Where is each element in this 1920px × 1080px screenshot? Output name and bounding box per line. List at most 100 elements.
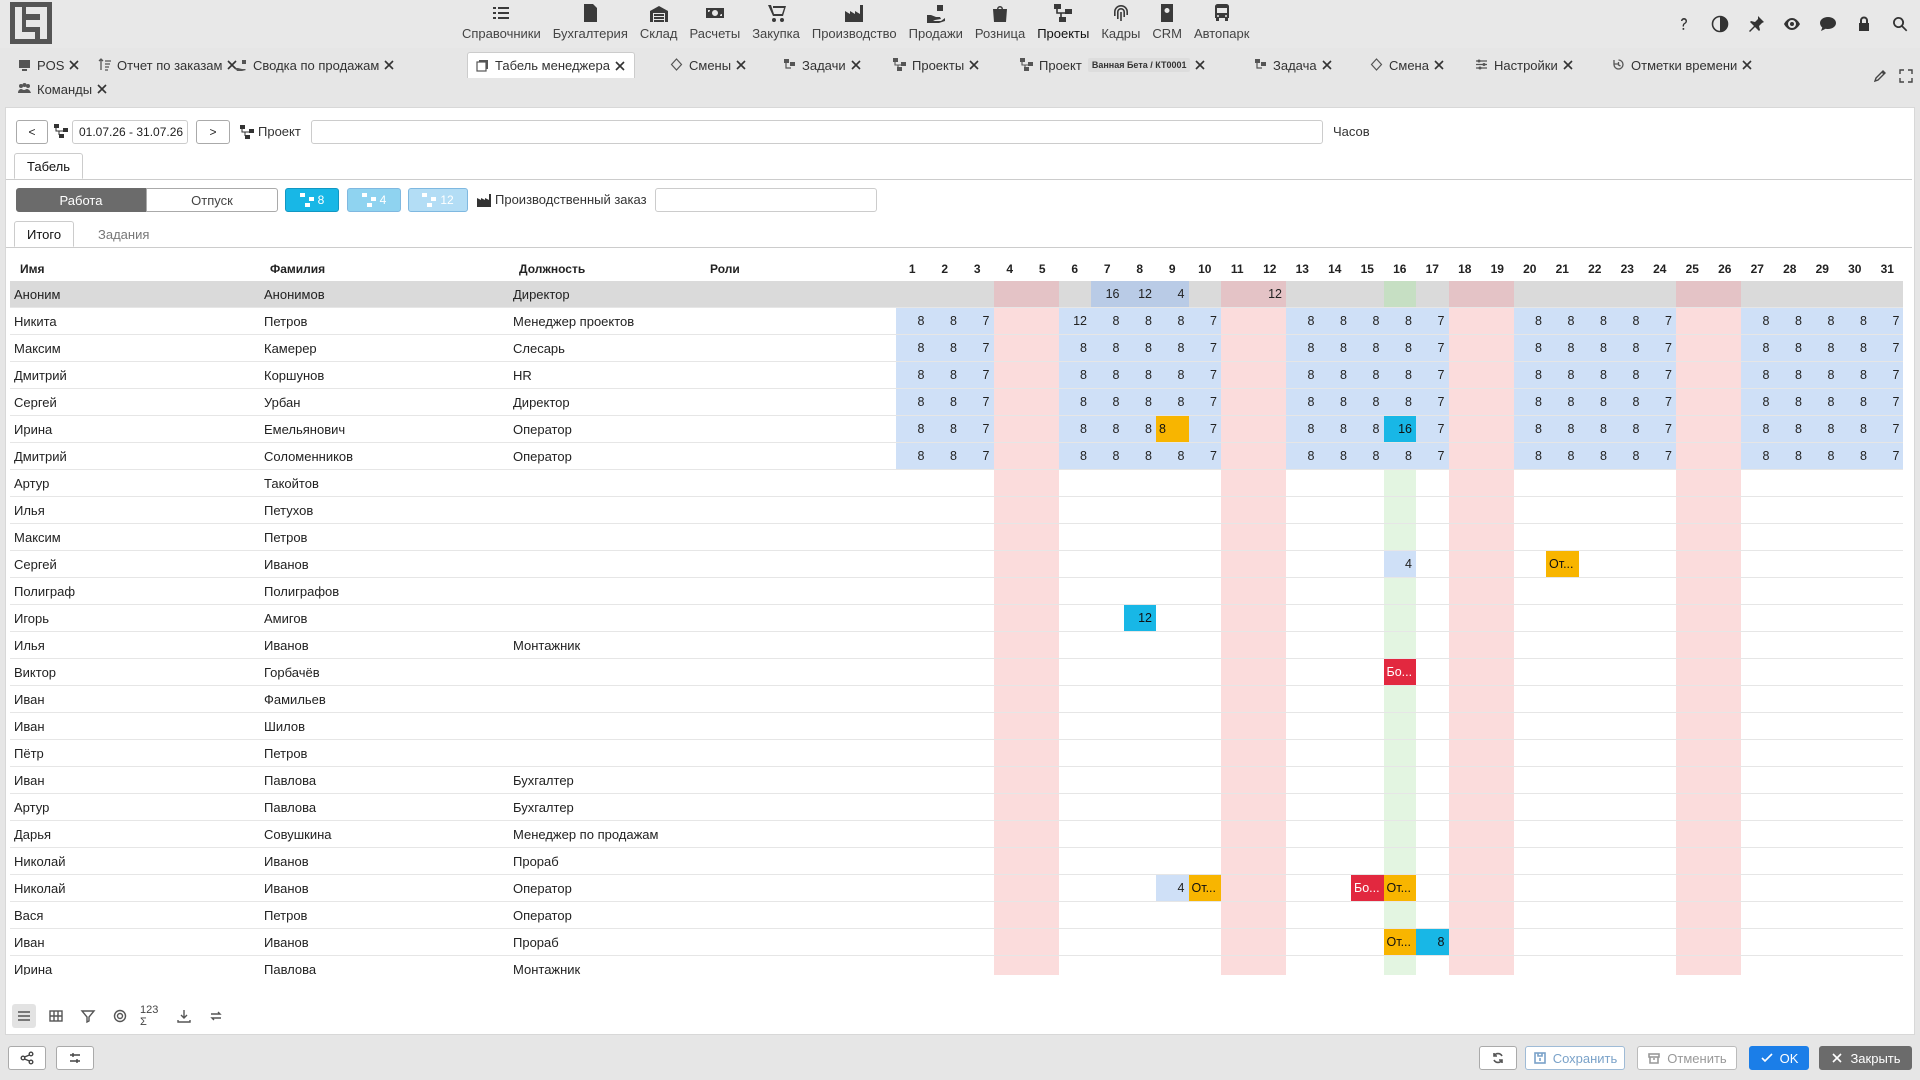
day-cell[interactable] (1546, 281, 1579, 307)
day-cell[interactable] (1253, 713, 1286, 739)
day-cell[interactable]: От... (1546, 551, 1579, 577)
day-cell[interactable] (993, 497, 1026, 523)
day-cell[interactable] (1774, 281, 1807, 307)
day-cell[interactable] (1189, 821, 1222, 847)
day-cell[interactable] (1741, 659, 1774, 685)
day-cell[interactable] (1741, 929, 1774, 955)
day-cell[interactable] (1839, 497, 1872, 523)
day-cell[interactable] (1156, 524, 1189, 550)
day-cell[interactable] (1839, 794, 1872, 820)
day-cell[interactable] (1026, 605, 1059, 631)
day-cell[interactable] (961, 794, 994, 820)
day-cell[interactable] (1448, 308, 1481, 334)
day-cell[interactable] (896, 821, 929, 847)
day-cell[interactable] (1286, 281, 1319, 307)
day-cell[interactable] (1221, 875, 1254, 901)
day-header[interactable]: 9 (1156, 257, 1189, 281)
day-cell[interactable] (1708, 632, 1741, 658)
day-header[interactable]: 29 (1806, 257, 1839, 281)
day-cell[interactable] (929, 497, 962, 523)
day-cell[interactable]: 8 (1546, 389, 1579, 415)
day-cell[interactable] (1059, 686, 1092, 712)
day-cell[interactable]: 8 (1318, 362, 1351, 388)
day-cell[interactable] (1124, 632, 1157, 658)
day-cell[interactable]: 8 (1806, 389, 1839, 415)
day-cell[interactable] (1189, 848, 1222, 874)
day-cell[interactable] (896, 605, 929, 631)
day-cell[interactable] (1871, 686, 1903, 712)
day-cell[interactable]: 8 (896, 362, 929, 388)
day-cell[interactable] (1156, 497, 1189, 523)
day-cell[interactable] (993, 416, 1026, 442)
day-cell[interactable] (1189, 956, 1222, 975)
day-cell[interactable]: 7 (1416, 389, 1449, 415)
day-cell[interactable] (929, 821, 962, 847)
day-cell[interactable] (1253, 767, 1286, 793)
day-cell[interactable] (1579, 605, 1612, 631)
day-cell[interactable]: 7 (961, 362, 994, 388)
day-cell[interactable] (1091, 767, 1124, 793)
day-cell[interactable]: 8 (1383, 443, 1416, 469)
day-cell[interactable] (1091, 605, 1124, 631)
day-cell[interactable] (1221, 632, 1254, 658)
day-cell[interactable] (1124, 794, 1157, 820)
day-cell[interactable] (1059, 578, 1092, 604)
day-cell[interactable]: 8 (928, 308, 961, 334)
day-cell[interactable] (993, 875, 1026, 901)
day-header[interactable]: 11 (1221, 257, 1254, 281)
day-cell[interactable]: 8 (1058, 389, 1091, 415)
day-cell[interactable] (1059, 632, 1092, 658)
day-cell[interactable] (1221, 686, 1254, 712)
day-cell[interactable] (1448, 713, 1481, 739)
ok-button[interactable]: OK (1749, 1046, 1809, 1070)
day-cell[interactable] (929, 578, 962, 604)
day-cell[interactable] (1514, 281, 1547, 307)
day-cell[interactable] (993, 443, 1026, 469)
day-cell[interactable]: 8 (1058, 416, 1091, 442)
day-cell[interactable]: 8 (1123, 389, 1156, 415)
day-cell[interactable] (929, 605, 962, 631)
day-cell[interactable]: 7 (1416, 362, 1449, 388)
day-cell[interactable] (1514, 632, 1547, 658)
day-cell[interactable] (1676, 281, 1709, 307)
day-cell[interactable]: 8 (1351, 362, 1384, 388)
day-cell[interactable] (1806, 875, 1839, 901)
day-cell[interactable] (1708, 686, 1741, 712)
day-cell[interactable] (1546, 713, 1579, 739)
day-cell[interactable] (1514, 659, 1547, 685)
day-cell[interactable] (1319, 929, 1352, 955)
day-cell[interactable] (1774, 713, 1807, 739)
day-cell[interactable] (1448, 524, 1481, 550)
day-cell[interactable] (1351, 470, 1384, 496)
day-cell[interactable] (1059, 929, 1092, 955)
day-cell[interactable] (1611, 524, 1644, 550)
day-cell[interactable] (1611, 632, 1644, 658)
day-cell[interactable] (1611, 605, 1644, 631)
day-cell[interactable] (1676, 956, 1709, 975)
day-cell[interactable] (1644, 605, 1677, 631)
day-cell[interactable] (1383, 902, 1416, 928)
day-cell[interactable] (1806, 740, 1839, 766)
day-cell[interactable]: 8 (1286, 308, 1319, 334)
day-cell[interactable] (1839, 659, 1872, 685)
day-cell[interactable] (1708, 875, 1741, 901)
day-cell[interactable]: 8 (1773, 389, 1806, 415)
day-cell[interactable] (1286, 632, 1319, 658)
day-cell[interactable] (1026, 443, 1059, 469)
day-cell[interactable] (1644, 281, 1677, 307)
day-cell[interactable]: 7 (1871, 335, 1903, 361)
day-cell[interactable] (1124, 524, 1157, 550)
day-cell[interactable] (1676, 470, 1709, 496)
tab-5[interactable]: Задачи (775, 52, 870, 78)
day-header[interactable]: 3 (961, 257, 994, 281)
day-cell[interactable] (1514, 740, 1547, 766)
day-cell[interactable] (1416, 470, 1449, 496)
day-cell[interactable]: 8 (1383, 335, 1416, 361)
day-cell[interactable] (1319, 497, 1352, 523)
day-cell[interactable] (1579, 632, 1612, 658)
day-cell[interactable] (1448, 740, 1481, 766)
module-project[interactable]: Проекты (1031, 2, 1095, 46)
day-cell[interactable]: 8 (928, 362, 961, 388)
day-cell[interactable] (1156, 956, 1189, 975)
day-cell[interactable] (1741, 578, 1774, 604)
